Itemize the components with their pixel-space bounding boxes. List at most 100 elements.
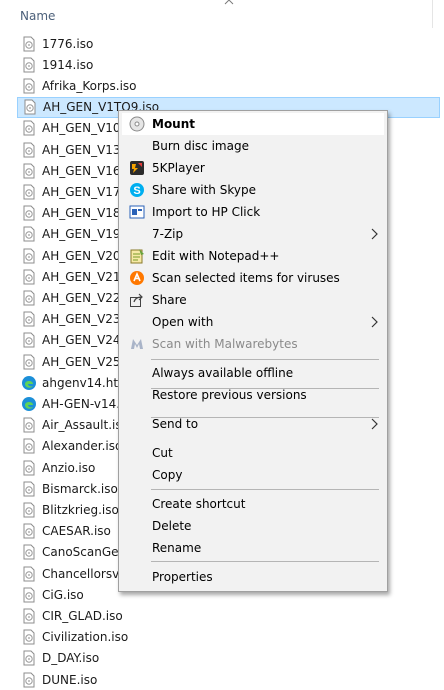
disc-image-icon xyxy=(23,163,35,179)
menu-item-rename[interactable]: Rename xyxy=(122,537,384,559)
file-name: 1914.iso xyxy=(42,57,94,72)
column-header: Name xyxy=(0,0,444,32)
disc-image-icon xyxy=(23,672,35,687)
menu-item-mount[interactable]: Mount xyxy=(122,113,384,135)
file-name: Bismarck.iso xyxy=(42,481,118,496)
menu-item-label: Delete xyxy=(152,519,192,533)
menu-item-label: Mount xyxy=(152,117,196,131)
skype-icon: S xyxy=(130,183,144,197)
file-name: Afrika_Korps.iso xyxy=(42,78,137,93)
disc-image-icon xyxy=(23,481,35,497)
file-row[interactable]: 1776.iso xyxy=(17,33,317,54)
disc-image-icon xyxy=(23,438,35,454)
disc-image-icon xyxy=(23,608,35,624)
file-row[interactable]: 1914.iso xyxy=(17,54,317,75)
share-icon xyxy=(130,293,143,307)
menu-separator xyxy=(151,359,379,360)
menu-item-label: Create shortcut xyxy=(152,497,246,511)
file-name: Blitzkrieg.iso xyxy=(42,502,119,517)
menu-item-7-zip[interactable]: 7-Zip xyxy=(122,223,384,245)
menu-item-label: Properties xyxy=(152,570,213,584)
menu-item-label: Burn disc image xyxy=(152,139,249,153)
avast-icon xyxy=(130,271,144,285)
disc-image-icon xyxy=(23,78,35,94)
menu-item-label: Scan with Malwarebytes xyxy=(152,337,298,351)
menu-item-label: Rename xyxy=(152,541,202,555)
menu-item-send-to[interactable]: Send to xyxy=(122,413,384,435)
notepadpp-icon xyxy=(130,249,144,264)
disc-image-icon xyxy=(23,248,35,263)
menu-item-open-with[interactable]: Open with xyxy=(122,311,384,333)
column-divider[interactable] xyxy=(432,0,433,28)
file-name: Air_Assault.iso xyxy=(42,418,129,433)
disc-image-icon xyxy=(23,587,35,603)
disc-image-icon xyxy=(23,120,35,136)
file-name: Chancellorsvill xyxy=(42,566,130,581)
5kplayer-icon xyxy=(130,161,144,175)
file-name: ahgenv14.htm xyxy=(42,375,130,390)
menu-item-always-available-offline[interactable]: Always available offline xyxy=(122,362,384,384)
disc-image-icon xyxy=(23,184,35,200)
file-name: CAESAR.iso xyxy=(42,524,111,539)
menu-item-label: 5KPlayer xyxy=(152,161,205,175)
disc-image-icon xyxy=(23,142,35,157)
menu-item-create-shortcut[interactable]: Create shortcut xyxy=(122,493,384,515)
menu-item-delete[interactable]: Delete xyxy=(122,515,384,537)
menu-item-restore-previous-versions[interactable]: Restore previous versions xyxy=(122,384,384,406)
svg-text:S: S xyxy=(133,185,140,197)
disc-image-icon xyxy=(23,354,35,369)
menu-item-label: Send to xyxy=(152,417,199,431)
menu-item-label: Open with xyxy=(152,315,214,329)
menu-item-label: Cut xyxy=(152,446,173,460)
disc-image-icon xyxy=(24,99,36,115)
file-row[interactable]: D_DAY.iso xyxy=(17,648,317,669)
menu-item-edit-with-notepad[interactable]: Edit with Notepad++ xyxy=(122,245,384,267)
menu-item-burn-disc-image[interactable]: Burn disc image xyxy=(122,135,384,157)
menu-item-label: Share xyxy=(152,293,187,307)
disc-image-icon xyxy=(23,36,35,51)
file-name: D_DAY.iso xyxy=(42,651,100,666)
disc-image-icon xyxy=(23,566,35,581)
menu-item-label: Restore previous versions xyxy=(152,388,307,402)
disc-image-icon xyxy=(23,226,35,242)
file-name: Civilization.iso xyxy=(42,630,129,645)
menu-item-label: 7-Zip xyxy=(152,227,184,241)
menu-item-import-to-hp-click[interactable]: Import to HP Click xyxy=(122,201,384,223)
menu-item-5kplayer[interactable]: 5KPlayer xyxy=(122,157,384,179)
file-row[interactable]: CIR_GLAD.iso xyxy=(17,605,317,626)
name-column-header[interactable]: Name xyxy=(20,9,55,23)
disc-image-icon xyxy=(23,57,35,73)
edge-browser-icon xyxy=(22,375,36,390)
menu-item-share-with-skype[interactable]: S Share with Skype xyxy=(122,179,384,201)
menu-item-label: Scan selected items for viruses xyxy=(152,271,340,285)
menu-separator xyxy=(151,561,379,562)
disc-image-icon xyxy=(23,544,35,560)
malwarebytes-icon xyxy=(131,339,143,349)
file-name: DUNE.iso xyxy=(42,672,98,687)
file-row[interactable]: Civilization.iso xyxy=(17,627,317,648)
menu-item-cut[interactable]: Cut xyxy=(122,442,384,464)
chevron-right-icon xyxy=(371,316,378,328)
menu-item-label: Import to HP Click xyxy=(152,205,261,219)
menu-separator xyxy=(151,489,379,490)
disc-image-icon xyxy=(23,629,35,645)
edge-browser-icon xyxy=(22,396,36,411)
mount-disc-icon xyxy=(129,116,145,132)
menu-item-label: Edit with Notepad++ xyxy=(152,249,280,263)
disc-image-icon xyxy=(23,311,35,327)
menu-item-properties[interactable]: Properties xyxy=(122,566,384,588)
menu-item-scan-with-malwarebytes: Scan with Malwarebytes xyxy=(122,333,384,355)
disc-image-icon xyxy=(23,502,35,518)
disc-image-icon xyxy=(23,417,35,433)
disc-image-icon xyxy=(23,650,35,666)
menu-item-label: Share with Skype xyxy=(152,183,256,197)
hp-click-icon xyxy=(129,205,145,219)
file-name: CiG.iso xyxy=(42,587,84,602)
menu-item-copy[interactable]: Copy xyxy=(122,464,384,486)
disc-image-icon xyxy=(23,523,35,539)
file-name: 1776.iso xyxy=(42,36,94,51)
menu-item-scan-selected-items-for-viruses[interactable]: Scan selected items for viruses xyxy=(122,267,384,289)
disc-image-icon xyxy=(23,460,35,475)
menu-item-share[interactable]: Share xyxy=(122,289,384,311)
file-row[interactable]: Afrika_Korps.iso xyxy=(17,75,317,96)
